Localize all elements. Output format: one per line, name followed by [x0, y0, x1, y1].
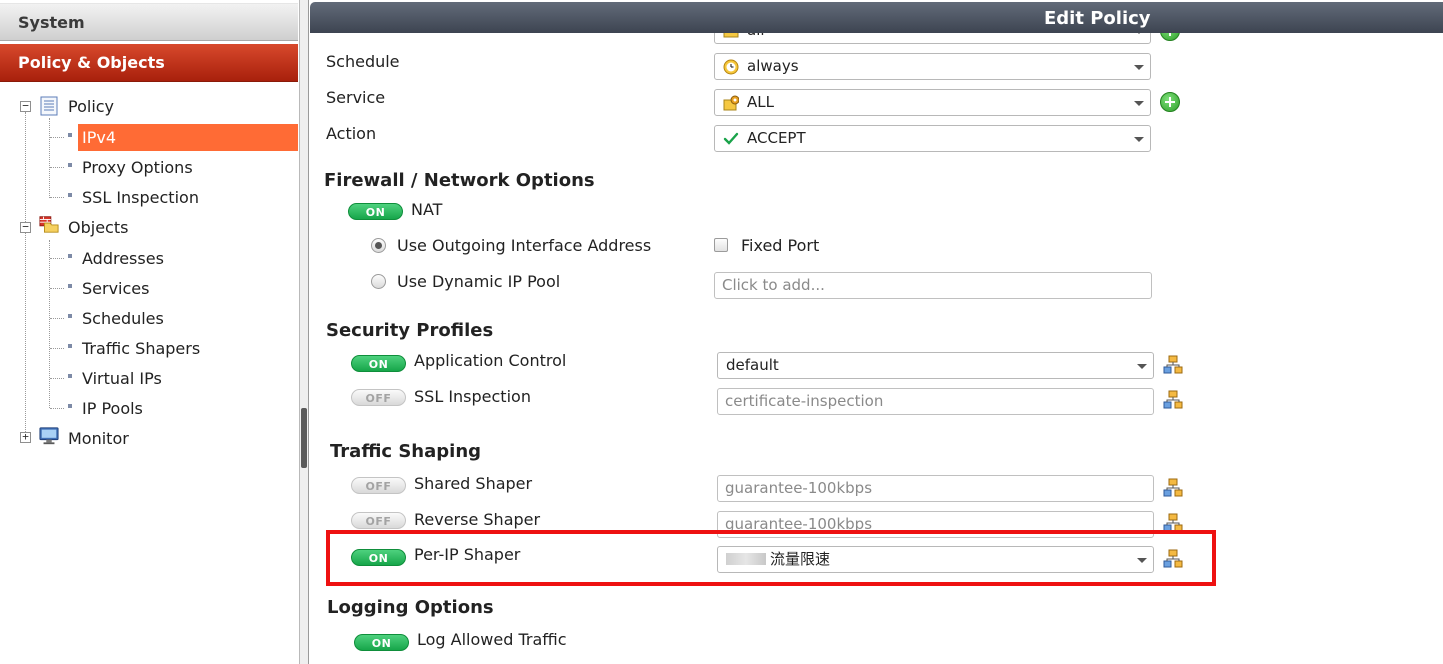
log-allowed-label: Log Allowed Traffic: [417, 630, 567, 649]
checkmark-icon: [723, 132, 739, 145]
tree-line: [50, 348, 64, 349]
collapse-objects-icon[interactable]: −: [20, 221, 31, 233]
collapse-policy-icon[interactable]: −: [20, 100, 31, 112]
logging-options-heading: Logging Options: [327, 597, 494, 618]
app-control-label: Application Control: [414, 351, 567, 370]
shared-shaper-field[interactable]: guarantee-100kbps: [717, 475, 1154, 502]
tree-item-virtual-ips[interactable]: Virtual IPs: [82, 368, 162, 390]
nat-toggle[interactable]: ON: [348, 203, 403, 220]
tree-line: [49, 118, 50, 198]
tree-item-addresses[interactable]: Addresses: [82, 248, 164, 270]
tree-line: [25, 232, 26, 436]
tree-line: [50, 318, 64, 319]
fixed-port-label: Fixed Port: [741, 236, 820, 255]
nat-label: NAT: [411, 200, 443, 219]
tree-item-ip-pools[interactable]: IP Pools: [82, 398, 143, 420]
bullet-icon: [68, 374, 72, 378]
annotation-highlight-box: [326, 530, 1216, 586]
chevron-down-icon: [1134, 137, 1144, 142]
traffic-shaping-heading: Traffic Shaping: [330, 441, 482, 462]
bullet-icon: [68, 163, 72, 167]
edit-profile-icon[interactable]: [1163, 390, 1183, 410]
tree-item-services[interactable]: Services: [82, 278, 149, 300]
action-value: ACCEPT: [747, 129, 806, 147]
app-control-toggle[interactable]: ON: [351, 355, 406, 372]
security-profiles-heading: Security Profiles: [326, 320, 494, 341]
tree-line: [50, 378, 64, 379]
tree-item-policy[interactable]: Policy: [68, 96, 114, 118]
tree-item-ipv4[interactable]: IPv4: [82, 127, 116, 149]
log-allowed-toggle[interactable]: ON: [354, 634, 409, 651]
service-label: Service: [326, 88, 386, 107]
service-select[interactable]: ALL: [714, 89, 1151, 116]
edit-shaper-icon[interactable]: [1163, 478, 1183, 498]
tree-item-proxy-options[interactable]: Proxy Options: [82, 157, 193, 179]
tree-line: [50, 408, 64, 409]
reverse-shaper-toggle[interactable]: OFF: [351, 512, 406, 529]
tree-item-ssl-inspection[interactable]: SSL Inspection: [82, 187, 199, 209]
tree-line: [50, 167, 64, 168]
reverse-shaper-label: Reverse Shaper: [414, 510, 541, 529]
ssl-inspection-field[interactable]: certificate-inspection: [717, 388, 1154, 415]
expand-monitor-icon[interactable]: +: [20, 431, 31, 443]
panel-splitter[interactable]: [300, 0, 309, 664]
schedule-select[interactable]: always: [714, 53, 1151, 80]
clock-icon: [723, 59, 739, 75]
edit-profile-icon[interactable]: [1163, 355, 1183, 375]
ssl-inspection-label: SSL Inspection: [414, 387, 531, 406]
bullet-icon: [68, 404, 72, 408]
app-control-select[interactable]: default: [717, 352, 1154, 379]
bullet-icon: [68, 193, 72, 197]
policy-list-icon: [40, 96, 58, 116]
firewall-options-heading: Firewall / Network Options: [324, 170, 595, 191]
tree-line: [50, 137, 64, 138]
fixed-port-checkbox[interactable]: [714, 238, 728, 252]
tree-line: [50, 197, 64, 198]
collapse-sidebar-handle[interactable]: [301, 408, 307, 468]
title-bar: Edit Policy: [310, 2, 1443, 33]
app-control-value: default: [726, 356, 779, 374]
tree-line: [50, 258, 64, 259]
chevron-down-icon: [1134, 101, 1144, 106]
use-dynamic-pool-radio[interactable]: [371, 274, 386, 289]
tree-line: [49, 240, 50, 408]
tree-line: [50, 288, 64, 289]
bullet-icon: [68, 344, 72, 348]
service-value: ALL: [747, 93, 774, 111]
use-outgoing-radio[interactable]: [371, 238, 386, 253]
service-icon: [723, 95, 739, 111]
use-dynamic-pool-label: Use Dynamic IP Pool: [397, 272, 561, 291]
page-title: Edit Policy: [1044, 8, 1151, 29]
bullet-icon: [68, 133, 72, 137]
action-select[interactable]: ACCEPT: [714, 125, 1151, 152]
ip-pool-input[interactable]: Click to add...: [714, 272, 1152, 299]
bullet-icon: [68, 254, 72, 258]
tree-item-monitor[interactable]: Monitor: [68, 428, 129, 450]
shared-shaper-label: Shared Shaper: [414, 474, 533, 493]
navigation-sidebar: System Policy & Objects − Policy IPv4 Pr…: [0, 0, 300, 664]
shared-shaper-toggle[interactable]: OFF: [351, 477, 406, 494]
ssl-inspection-toggle[interactable]: OFF: [351, 389, 406, 406]
chevron-down-icon: [1134, 65, 1144, 70]
schedule-label: Schedule: [326, 52, 400, 71]
use-outgoing-label: Use Outgoing Interface Address: [397, 236, 652, 255]
tree-item-traffic-shapers[interactable]: Traffic Shapers: [82, 338, 200, 360]
section-system[interactable]: System: [0, 3, 298, 41]
chevron-down-icon: [1137, 364, 1147, 369]
action-label: Action: [326, 124, 377, 143]
monitor-icon: [39, 427, 59, 445]
edit-policy-panel: Edit Policy Destination Address all Sche…: [310, 0, 1443, 664]
add-service-icon[interactable]: [1160, 92, 1180, 112]
objects-firewall-icon: [39, 216, 59, 233]
schedule-value: always: [747, 57, 799, 75]
tree-line: [25, 112, 26, 228]
bullet-icon: [68, 284, 72, 288]
bullet-icon: [68, 314, 72, 318]
section-policy-objects[interactable]: Policy & Objects: [0, 44, 298, 82]
tree-item-objects[interactable]: Objects: [68, 217, 128, 239]
tree-item-schedules[interactable]: Schedules: [82, 308, 164, 330]
